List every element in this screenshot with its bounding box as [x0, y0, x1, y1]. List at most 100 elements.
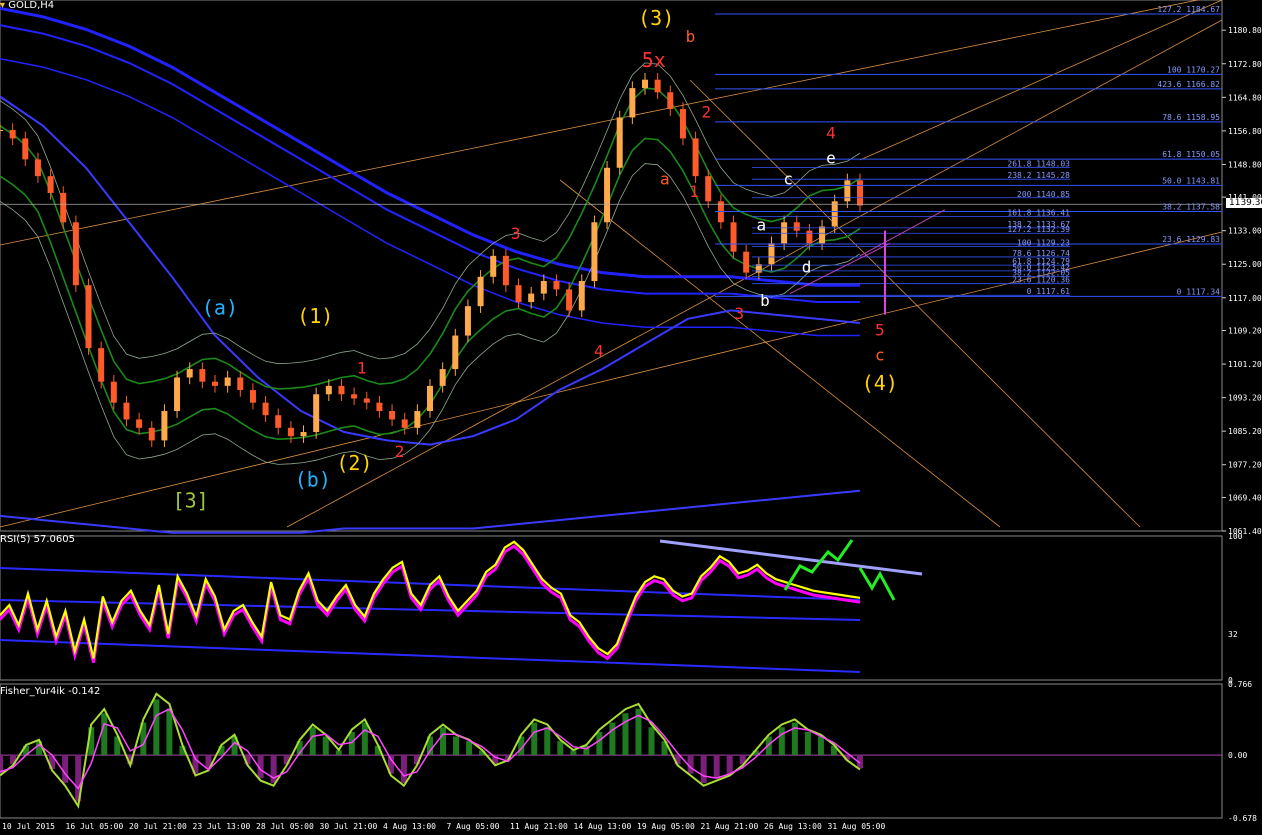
fib-level-label: 23.6 1129.83	[1162, 235, 1220, 244]
candle	[515, 285, 522, 302]
x-axis-label: 19 Aug 05:00	[637, 822, 695, 831]
x-axis-label: 23 Jul 13:00	[193, 822, 251, 831]
fisher-bar	[622, 713, 629, 756]
fisher-bar	[466, 741, 473, 756]
rsi-ema	[0, 599, 861, 621]
candle	[730, 222, 737, 252]
fisher-bar	[531, 722, 538, 756]
wave-label: 5	[875, 321, 885, 340]
candle	[452, 335, 459, 370]
wave-label: 2	[395, 442, 405, 461]
rsi-line	[0, 540, 861, 659]
candle	[604, 167, 611, 223]
rsi-green-arrow-down	[858, 567, 896, 601]
candle	[161, 411, 168, 441]
candle	[629, 88, 636, 118]
candle	[237, 377, 244, 391]
price-y-tick-label: 1085.20	[1228, 427, 1262, 436]
x-axis-label: 4 Aug 13:00	[383, 822, 436, 831]
candle	[743, 251, 750, 273]
candle	[414, 411, 421, 428]
candle	[692, 138, 699, 177]
current-price-tag: 1139.30	[1226, 198, 1262, 208]
candle	[376, 402, 383, 412]
fib-ext-label: 261.8 1148.03	[1007, 160, 1070, 169]
wave-label: e	[826, 149, 836, 168]
price-y-tick-label: 1101.20	[1228, 360, 1262, 369]
candle	[793, 222, 800, 231]
wave-label: 1	[689, 182, 699, 201]
x-axis-label: 31 Aug 05:00	[828, 822, 886, 831]
fib-ext-label: 200 1140.85	[1017, 190, 1070, 199]
x-axis-label: 21 Aug 21:00	[701, 822, 759, 831]
wave-label: (2)	[336, 451, 372, 475]
fisher-bar	[570, 750, 577, 756]
ema-bottom	[0, 489, 861, 534]
candle	[85, 285, 92, 349]
wave-label: (b)	[295, 468, 331, 492]
price-y-tick-label: 1156.80	[1228, 127, 1262, 136]
fisher-bar	[804, 731, 811, 756]
fisher-bar	[713, 755, 720, 779]
fisher-bar	[400, 755, 407, 783]
price-y-tick-label: 1164.80	[1228, 93, 1262, 102]
wave-label: 2	[701, 102, 711, 121]
fisher-bar	[361, 722, 368, 756]
candle	[325, 385, 332, 395]
candle	[123, 402, 130, 420]
wave-label: (4)	[862, 371, 898, 395]
candle	[338, 385, 345, 395]
price-y-tick-label: 1093.20	[1228, 394, 1262, 403]
wave-label: 5x	[642, 48, 666, 72]
main-chart-title: ▾ GOLD,H4	[0, 0, 55, 11]
x-axis-label: 10 Jul 2015	[2, 822, 55, 831]
fisher-bar	[153, 699, 160, 756]
candle	[249, 390, 256, 403]
ema-mid	[0, 24, 860, 303]
candle	[363, 398, 370, 403]
wave-label: 4	[594, 342, 604, 361]
price-y-tick-label: 1133.00	[1228, 227, 1262, 236]
wave-label: c	[783, 170, 793, 189]
fib-level-label: 61.8 1150.05	[1162, 150, 1220, 159]
fib-level-label: 50.0 1143.81	[1162, 176, 1220, 185]
fisher-bar	[648, 727, 655, 756]
fib-ext-label: 238.2 1145.28	[1007, 171, 1070, 180]
trend-line	[286, 19, 1223, 528]
x-axis-label: 26 Aug 13:00	[764, 822, 822, 831]
fisher-bar	[453, 736, 460, 756]
chart-canvas[interactable]: 1180.801172.801164.801156.801148.801141.…	[0, 0, 1262, 831]
candle	[199, 369, 206, 382]
wave-label: d	[802, 258, 812, 277]
candle	[667, 92, 674, 110]
fisher-bar	[817, 736, 824, 756]
fisher-bar	[726, 755, 733, 774]
candle	[34, 159, 41, 177]
candle	[136, 419, 143, 428]
candle	[591, 222, 598, 282]
candle	[0, 130, 3, 132]
candle	[566, 289, 573, 311]
candle	[464, 306, 471, 336]
rsi-ema	[0, 639, 861, 673]
price-y-tick-label: 1125.00	[1228, 260, 1262, 269]
candle	[831, 201, 838, 227]
fib-ext-label: 23.6 1120.36	[1012, 276, 1070, 285]
fisher-bar	[440, 727, 447, 756]
wave-label: c	[875, 346, 885, 365]
price-y-tick-label: 1109.20	[1228, 327, 1262, 336]
candle	[98, 348, 105, 382]
fib-level-label: 38.2 1137.58	[1162, 202, 1220, 211]
candle	[9, 130, 16, 139]
x-axis-label: 20 Jul 21:00	[129, 822, 187, 831]
candle	[528, 293, 535, 302]
candle	[781, 222, 788, 244]
candle	[224, 377, 231, 386]
candle	[578, 281, 585, 311]
fisher-bar	[322, 736, 329, 756]
fib-level-label: 100 1170.27	[1167, 65, 1220, 74]
wave-label: 1	[357, 358, 367, 377]
candle	[477, 276, 484, 307]
candle	[275, 415, 282, 428]
fib-ext-label: 161.8 1136.41	[1007, 208, 1070, 217]
